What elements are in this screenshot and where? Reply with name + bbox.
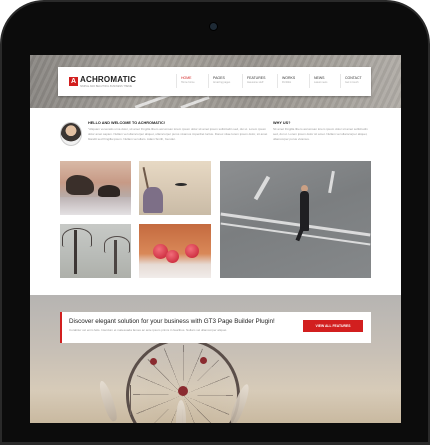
dreamcatcher-bead [150, 358, 157, 365]
logo-icon[interactable]: A [69, 77, 78, 86]
feature-button-label: VIEW ALL FEATURES [315, 324, 351, 328]
camera-icon [210, 23, 217, 30]
image-bird [175, 183, 187, 186]
intro-title: HELLO AND WELCOME TO ACHROMATIC! [88, 121, 165, 125]
tablet-device: A ACHROMATIC SIMPLE AND BEAUTIFUL BUSINE… [0, 0, 430, 445]
gallery-image-apples[interactable] [139, 224, 211, 278]
nav-divider [340, 74, 341, 88]
image-apple [185, 244, 199, 258]
nav-divider [208, 74, 209, 88]
nav-sub-contact: Get in touch [345, 81, 359, 84]
feature-text: Curabitur vel enim felis. Interdum et ma… [69, 328, 228, 332]
nav-sub-pages: Amazing pages [213, 81, 231, 84]
image-tree-crown [104, 236, 130, 253]
website-screen: A ACHROMATIC SIMPLE AND BEAUTIFUL BUSINE… [30, 55, 401, 423]
image-tree [74, 230, 77, 274]
gallery-image-man-road[interactable] [220, 161, 371, 278]
view-all-features-button[interactable]: VIEW ALL FEATURES [303, 320, 363, 332]
nav-item-contact[interactable]: CONTACT [345, 76, 362, 80]
nav-divider [277, 74, 278, 88]
nav-item-pages[interactable]: PAGES [213, 76, 225, 80]
nav-item-works[interactable]: WORKS [282, 76, 295, 80]
gallery-image-trees[interactable] [60, 224, 131, 278]
feature-callout: Discover elegant solution for your busin… [60, 312, 371, 343]
gallery-image-bird-hand[interactable] [139, 161, 211, 215]
nav-sub-features: Awesome stuff [247, 81, 264, 84]
image-tree [114, 240, 117, 274]
nav-item-home[interactable]: HOME [181, 76, 192, 80]
logo-tagline: SIMPLE AND BEAUTIFUL BUSINESS THEME [80, 85, 133, 88]
nav-item-features[interactable]: FEATURES [247, 76, 265, 80]
road-marking [328, 170, 335, 194]
image-water [60, 197, 131, 215]
image-rock [66, 175, 94, 195]
dreamcatcher-bead [178, 386, 188, 396]
logo-text[interactable]: ACHROMATIC [80, 75, 136, 84]
nav-sub-works: Portfolio [282, 81, 292, 84]
why-title: WHY US? [273, 121, 291, 125]
nav-sub-news: Latest news [314, 81, 328, 84]
image-person [300, 191, 309, 231]
navbar: A ACHROMATIC SIMPLE AND BEAUTIFUL BUSINE… [58, 67, 371, 96]
dreamcatcher-string [130, 385, 131, 415]
nav-item-news[interactable]: NEWS [314, 76, 325, 80]
nav-divider [309, 74, 310, 88]
nav-divider [242, 74, 243, 88]
nav-divider [176, 74, 177, 88]
feature-title: Discover elegant solution for your busin… [69, 318, 275, 325]
image-apple [166, 250, 179, 263]
avatar [60, 122, 82, 146]
image-tree-crown [62, 228, 92, 247]
image-arm [143, 187, 163, 213]
header-hero: A ACHROMATIC SIMPLE AND BEAUTIFUL BUSINE… [30, 55, 401, 108]
intro-text: "Aliquam venenatis urna dolor, sit amet … [88, 127, 268, 141]
road-marking [253, 175, 271, 201]
dreamcatcher-bead [200, 357, 207, 364]
image-rock [98, 185, 120, 197]
gallery-image-beach-rocks[interactable] [60, 161, 131, 215]
nav-sub-home: Home home [181, 81, 195, 84]
why-text: Sit amet fringilla libero accumsan lorem… [273, 127, 368, 141]
